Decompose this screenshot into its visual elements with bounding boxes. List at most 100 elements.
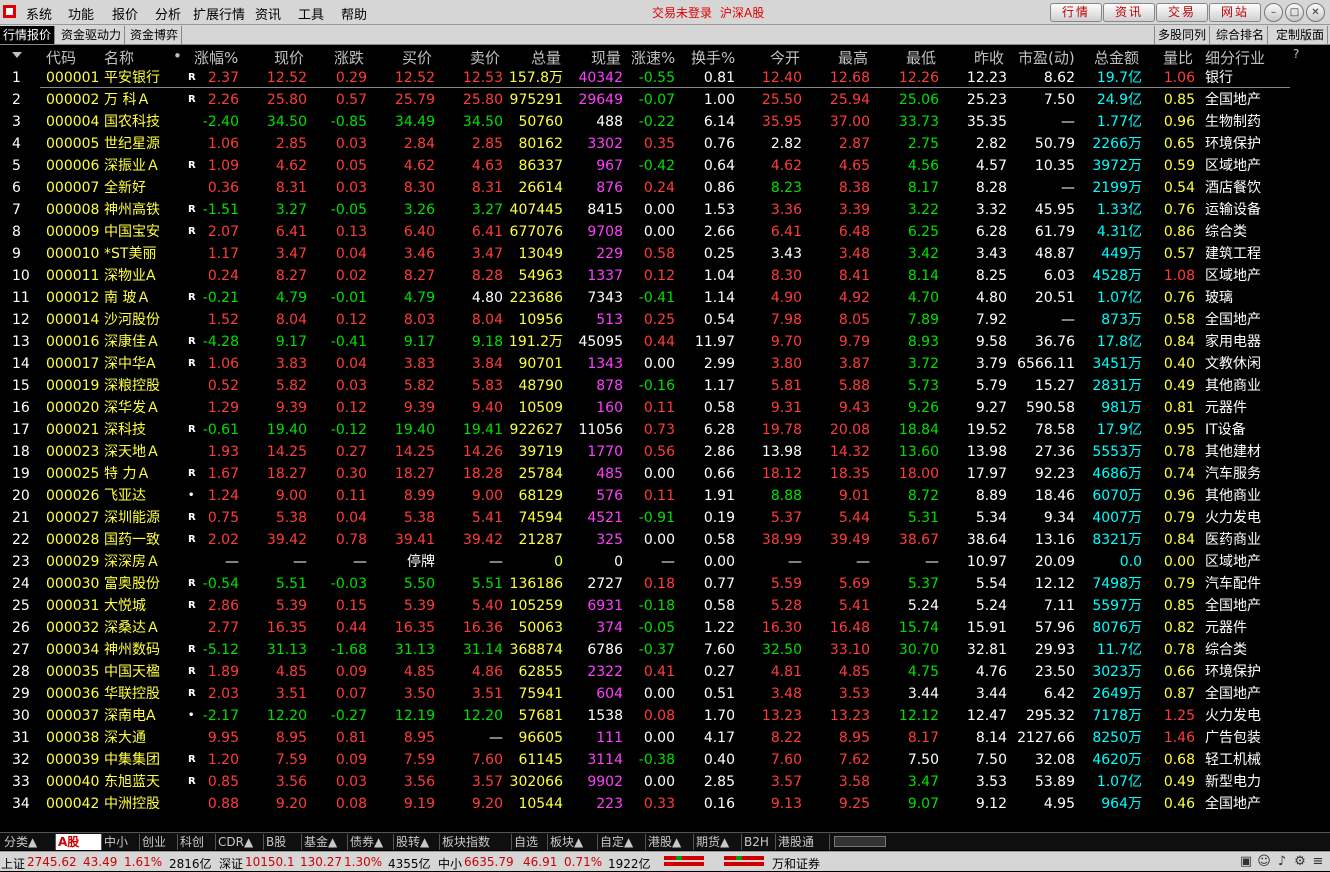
stock-name[interactable]: 万 科Ａ (104, 91, 174, 109)
table-row[interactable]: 14 000017 深中华A R 1.06 3.83 0.04 3.83 3.84 90701 13… (0, 353, 1330, 375)
tab-multi-stock[interactable]: 多股同列 (1154, 26, 1211, 44)
col-price[interactable]: 现价 (274, 47, 304, 68)
menu-icon[interactable]: ≡ (1310, 854, 1326, 870)
table-row[interactable]: 19 000025 特 力Ａ R 1.67 18.27 0.30 18.27 18.28 2578… (0, 463, 1330, 485)
market-tab[interactable]: 基金▲ (302, 834, 348, 850)
stock-name[interactable]: 大悦城 (104, 597, 174, 615)
stock-code[interactable]: 000021 (46, 421, 102, 439)
stock-name[interactable]: 华联控股 (104, 685, 174, 703)
stock-name[interactable]: 东旭蓝天 (104, 773, 174, 791)
stock-code[interactable]: 000039 (46, 751, 102, 769)
col-high[interactable]: 最高 (838, 47, 868, 68)
table-row[interactable]: 4 000005 世纪星源 1.06 2.85 0.03 2.84 2.85 80162 3302… (0, 133, 1330, 155)
col-bid[interactable]: 买价 (402, 47, 432, 68)
table-row[interactable]: 34 000042 中洲控股 0.88 9.20 0.08 9.19 9.20 10544 223… (0, 793, 1330, 815)
stock-code[interactable]: 000042 (46, 795, 102, 813)
stock-code[interactable]: 000019 (46, 377, 102, 395)
stock-name[interactable]: 中国宝安 (104, 223, 174, 241)
stock-code[interactable]: 000010 (46, 245, 102, 263)
stock-code[interactable]: 000031 (46, 597, 102, 615)
table-row[interactable]: 15 000019 深粮控股 0.52 5.82 0.03 5.82 5.83 48790 878… (0, 375, 1330, 397)
stock-code[interactable]: 000016 (46, 333, 102, 351)
stock-name[interactable]: 平安银行 (104, 69, 174, 87)
tab-custom-layout[interactable]: 定制版面 (1273, 26, 1329, 44)
table-row[interactable]: 28 000035 中国天楹 R 1.89 4.85 0.09 4.85 4.86 62855 23… (0, 661, 1330, 683)
stock-name[interactable]: 沙河股份 (104, 311, 174, 329)
lock-icon[interactable]: ▣ (1238, 854, 1254, 870)
table-row[interactable]: 8 000009 中国宝安 R 2.07 6.41 0.13 6.40 6.41 677076 97… (0, 221, 1330, 243)
col-open[interactable]: 今开 (770, 47, 800, 68)
col-ask[interactable]: 卖价 (470, 47, 500, 68)
market-tab[interactable]: 自定▲ (598, 834, 646, 850)
stock-name[interactable]: 中洲控股 (104, 795, 174, 813)
table-row[interactable]: 26 000032 深桑达Ａ 2.77 16.35 0.44 16.35 16.36 50063… (0, 617, 1330, 639)
market-tab[interactable]: 分类▲ (2, 834, 56, 850)
bell-icon[interactable]: ♪ (1274, 854, 1290, 870)
table-row[interactable]: 21 000027 深圳能源 R 0.75 5.38 0.04 5.38 5.41 74594 45… (0, 507, 1330, 529)
stock-name[interactable]: 深大通 (104, 729, 174, 747)
table-row[interactable]: 20 000026 飞亚达 • 1.24 9.00 0.11 8.99 9.00 68129 576… (0, 485, 1330, 507)
table-row[interactable]: 6 000007 全新好 0.36 8.31 0.03 8.30 8.31 26614 876 0.… (0, 177, 1330, 199)
tab-capital-drive[interactable]: 资金驱动力 (58, 26, 126, 44)
table-row[interactable]: 17 000021 深科技 R -0.61 19.40 -0.12 19.40 19.41 922… (0, 419, 1330, 441)
menu-info[interactable]: 资讯 (255, 4, 281, 23)
news-button[interactable]: 资讯 (1103, 3, 1155, 22)
tab-scrollbar[interactable] (834, 836, 886, 847)
col-turnover[interactable]: 换手% (691, 47, 735, 68)
stock-name[interactable]: 中集集团 (104, 751, 174, 769)
market-tab[interactable]: 中小 (102, 834, 140, 850)
stock-code[interactable]: 000027 (46, 509, 102, 527)
close-icon[interactable]: ✕ (1306, 3, 1325, 22)
stock-code[interactable]: 000035 (46, 663, 102, 681)
sort-down-icon[interactable] (12, 52, 22, 59)
col-change[interactable]: 涨跌 (334, 47, 364, 68)
table-row[interactable]: 9 000010 *ST美丽 1.17 3.47 0.04 3.46 3.47 13049 229… (0, 243, 1330, 265)
market-tab[interactable]: B股 (264, 834, 302, 850)
stock-name[interactable]: 南 玻Ａ (104, 289, 174, 307)
menu-analysis[interactable]: 分析 (155, 4, 181, 23)
stock-name[interactable]: *ST美丽 (104, 245, 174, 263)
table-row[interactable]: 33 000040 东旭蓝天 R 0.85 3.56 0.03 3.56 3.57 302066 9… (0, 771, 1330, 793)
table-row[interactable]: 30 000037 深南电A • -2.17 12.20 -0.27 12.19 12.20 57… (0, 705, 1330, 727)
tab-capital-game[interactable]: 资金博弈 (127, 26, 183, 44)
stock-name[interactable]: 深天地Ａ (104, 443, 174, 461)
stock-code[interactable]: 000006 (46, 157, 102, 175)
stock-name[interactable]: 深圳能源 (104, 509, 174, 527)
table-row[interactable]: 7 000008 神州高铁 R -1.51 3.27 -0.05 3.26 3.27 407445… (0, 199, 1330, 221)
market-tab[interactable]: 自选 (512, 834, 548, 850)
stock-name[interactable]: 神州高铁 (104, 201, 174, 219)
stock-name[interactable]: 特 力Ａ (104, 465, 174, 483)
menu-quote[interactable]: 报价 (112, 4, 138, 23)
stock-code[interactable]: 000036 (46, 685, 102, 703)
stock-name[interactable]: 深深房Ａ (104, 553, 174, 571)
menu-help[interactable]: 帮助 (341, 4, 367, 23)
stock-name[interactable]: 深物业A (104, 267, 174, 285)
menu-tools[interactable]: 工具 (298, 4, 324, 23)
tab-ranking[interactable]: 综合排名 (1213, 26, 1269, 44)
table-row[interactable]: 16 000020 深华发Ａ 1.29 9.39 0.12 9.39 9.40 10509 160… (0, 397, 1330, 419)
stock-code[interactable]: 000011 (46, 267, 102, 285)
market-tab[interactable]: A股 (56, 834, 102, 850)
stock-code[interactable]: 000012 (46, 289, 102, 307)
table-row[interactable]: 12 000014 沙河股份 1.52 8.04 0.12 8.03 8.04 10956 513… (0, 309, 1330, 331)
stock-code[interactable]: 000002 (46, 91, 102, 109)
col-last-volume[interactable]: 现量 (591, 47, 621, 68)
stock-name[interactable]: 世纪星源 (104, 135, 174, 153)
table-row[interactable]: 13 000016 深康佳Ａ R -4.28 9.17 -0.41 9.17 9.18 191.2… (0, 331, 1330, 353)
stock-code[interactable]: 000026 (46, 487, 102, 505)
quote-button[interactable]: 行情 (1050, 3, 1102, 22)
table-row[interactable]: 32 000039 中集集团 R 1.20 7.59 0.09 7.59 7.60 61145 31… (0, 749, 1330, 771)
stock-name[interactable]: 深华发Ａ (104, 399, 174, 417)
col-amount[interactable]: 总金额 (1094, 47, 1139, 68)
stock-name[interactable]: 深康佳Ａ (104, 333, 174, 351)
table-row[interactable]: 18 000023 深天地Ａ 1.93 14.25 0.27 14.25 14.26 39719… (0, 441, 1330, 463)
table-row[interactable]: 2 000002 万 科Ａ R 2.26 25.80 0.57 25.79 25.80 97529… (0, 89, 1330, 111)
stock-name[interactable]: 深桑达Ａ (104, 619, 174, 637)
stock-code[interactable]: 000037 (46, 707, 102, 725)
user-icon[interactable]: ☺ (1256, 854, 1272, 870)
stock-name[interactable]: 深振业Ａ (104, 157, 174, 175)
col-change-pct[interactable]: 涨幅% (194, 47, 238, 68)
help-icon[interactable]: ? (1293, 47, 1299, 61)
market-tab[interactable]: 期货▲ (694, 834, 742, 850)
table-row[interactable]: 3 000004 国农科技 -2.40 34.50 -0.85 34.49 34.50 5076… (0, 111, 1330, 133)
